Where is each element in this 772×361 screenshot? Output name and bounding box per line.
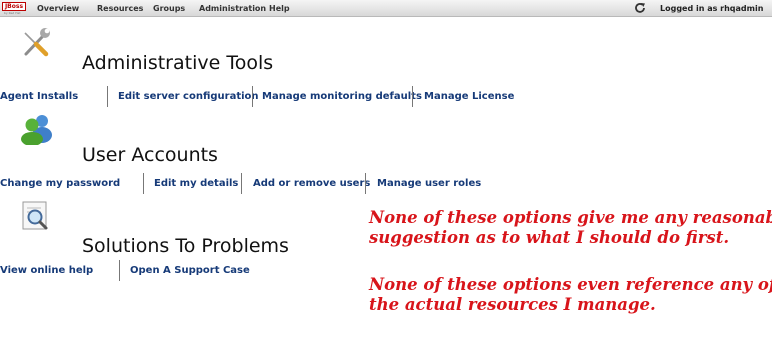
top-nav-bar: JBoss by Red Hat Overview Resources Grou… xyxy=(0,0,772,17)
agent-installs-link[interactable]: Agent Installs xyxy=(0,91,78,102)
annotation-line: None of these options give me any reason… xyxy=(369,208,772,227)
edit-my-details-link[interactable]: Edit my details xyxy=(154,178,238,189)
logo-subtext: by Red Hat xyxy=(4,11,21,15)
nav-groups[interactable]: Groups xyxy=(153,0,185,17)
annotation-note-1: None of these options give me any reason… xyxy=(369,208,772,248)
section-title-admin: Administrative Tools xyxy=(82,52,274,74)
annotation-line: suggestion as to what I should do first. xyxy=(369,228,730,247)
link-separator xyxy=(119,260,120,281)
link-separator xyxy=(107,86,108,107)
logged-in-user[interactable]: Logged in as rhqadmin xyxy=(660,0,763,17)
refresh-icon[interactable] xyxy=(634,2,646,14)
annotation-line: None of these options even reference any… xyxy=(369,275,772,294)
nav-administration[interactable]: Administration xyxy=(199,0,266,17)
link-separator xyxy=(252,86,253,107)
link-separator xyxy=(143,173,144,194)
nav-overview[interactable]: Overview xyxy=(37,0,79,17)
manage-monitoring-defaults-link[interactable]: Manage monitoring defaults xyxy=(262,91,422,102)
annotation-note-2: None of these options even reference any… xyxy=(369,275,772,315)
nav-resources[interactable]: Resources xyxy=(97,0,143,17)
section-title-solutions: Solutions To Problems xyxy=(82,235,289,257)
open-support-case-link[interactable]: Open A Support Case xyxy=(130,265,250,276)
logo-text: JBoss xyxy=(2,2,26,11)
link-separator xyxy=(241,173,242,194)
link-separator xyxy=(412,86,413,107)
link-separator xyxy=(365,173,366,194)
nav-help[interactable]: Help xyxy=(269,0,290,17)
users-icon xyxy=(21,115,52,145)
jboss-logo[interactable]: JBoss by Red Hat xyxy=(2,2,26,15)
manage-license-link[interactable]: Manage License xyxy=(424,91,514,102)
change-password-link[interactable]: Change my password xyxy=(0,178,120,189)
edit-server-config-link[interactable]: Edit server configuration xyxy=(118,91,259,102)
manage-user-roles-link[interactable]: Manage user roles xyxy=(377,178,481,189)
magnifier-icon xyxy=(22,201,48,230)
add-remove-users-link[interactable]: Add or remove users xyxy=(253,178,370,189)
section-title-users: User Accounts xyxy=(82,144,218,166)
tools-icon xyxy=(24,28,50,57)
view-online-help-link[interactable]: View online help xyxy=(0,265,93,276)
annotation-line: the actual resources I manage. xyxy=(369,295,656,314)
